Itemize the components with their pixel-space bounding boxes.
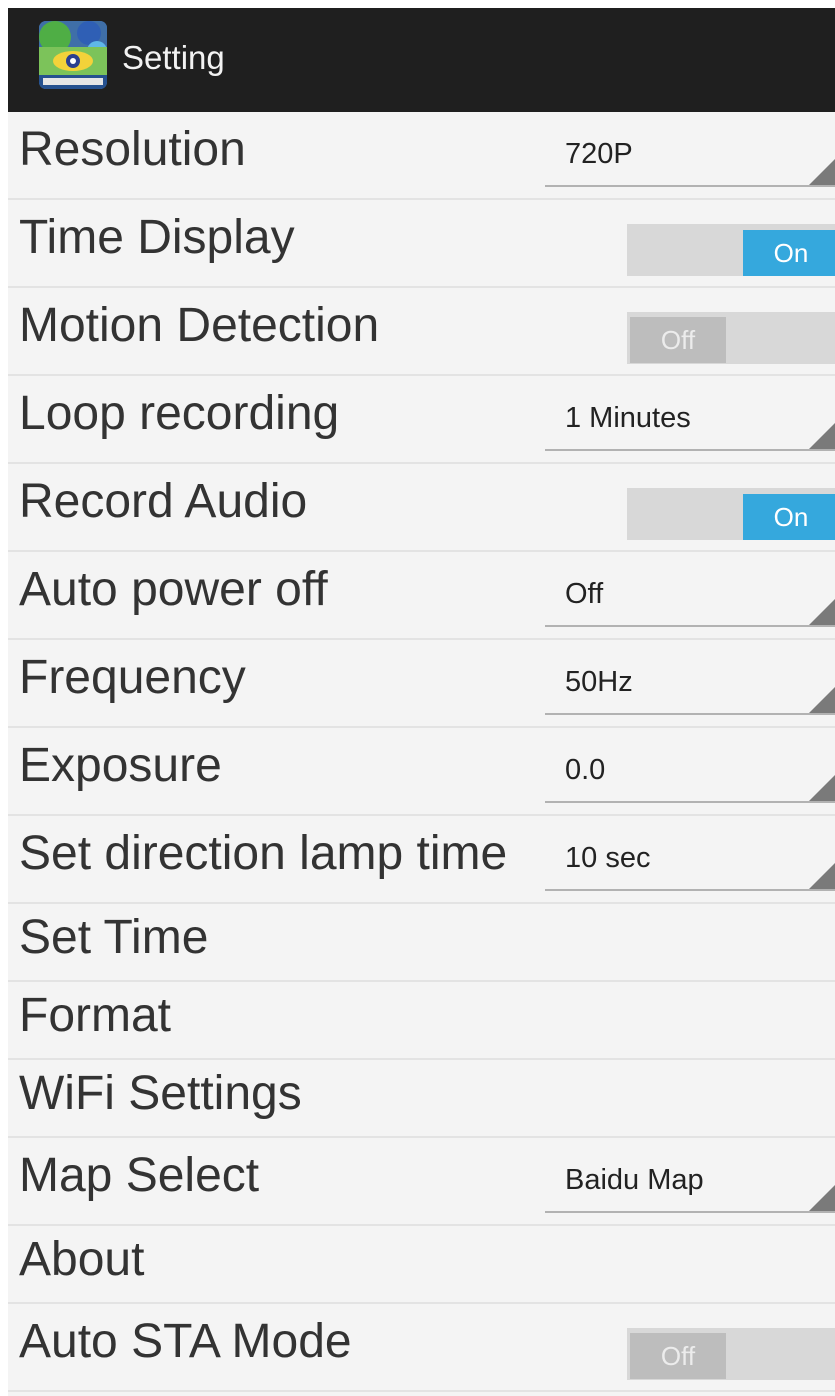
setting-label: Exposure xyxy=(19,739,222,792)
setting-row-record-audio: Record Audio On xyxy=(8,464,835,552)
setting-row-resolution: Resolution 720P xyxy=(8,112,835,200)
setting-row-exposure: Exposure 0.0 xyxy=(8,728,835,816)
spinner-value: 50Hz xyxy=(565,666,633,698)
direction-lamp-time-spinner[interactable]: 10 sec xyxy=(545,816,835,891)
setting-row-direction-lamp-time: Set direction lamp time 10 sec xyxy=(8,816,835,904)
setting-row-time-display: Time Display On xyxy=(8,200,835,288)
spinner-arrow-icon xyxy=(809,1185,835,1211)
setting-label: Frequency xyxy=(19,651,246,704)
setting-label: Resolution xyxy=(19,123,246,176)
spinner-value: 10 sec xyxy=(565,842,651,874)
setting-label: Time Display xyxy=(19,211,295,264)
switch-state: On xyxy=(743,230,835,276)
spinner-arrow-icon xyxy=(809,775,835,801)
setting-row-auto-sta-mode: Auto STA Mode Off xyxy=(8,1304,835,1392)
switch-state: On xyxy=(743,494,835,540)
spinner-arrow-icon xyxy=(809,687,835,713)
setting-label: Loop recording xyxy=(19,387,340,440)
setting-row-motion-detection: Motion Detection Off xyxy=(8,288,835,376)
spinner-value: 720P xyxy=(565,138,633,170)
setting-label: Motion Detection xyxy=(19,299,380,352)
spinner-value: 0.0 xyxy=(565,754,606,786)
setting-label: Auto STA Mode xyxy=(19,1315,352,1368)
setting-row-frequency: Frequency 50Hz xyxy=(8,640,835,728)
resolution-spinner[interactable]: 720P xyxy=(545,112,835,187)
setting-row-auto-power-off: Auto power off Off xyxy=(8,552,835,640)
spinner-arrow-icon xyxy=(809,423,835,449)
record-audio-switch[interactable]: On xyxy=(627,488,835,540)
setting-label: Record Audio xyxy=(19,475,308,528)
motion-detection-switch[interactable]: Off xyxy=(627,312,835,364)
setting-label: Set direction lamp time xyxy=(19,827,508,880)
action-bar: Setting xyxy=(8,8,835,112)
setting-row-format[interactable]: Format xyxy=(8,982,835,1060)
time-display-switch[interactable]: On xyxy=(627,224,835,276)
spinner-arrow-icon xyxy=(809,599,835,625)
app-logo-icon[interactable] xyxy=(39,21,107,89)
exposure-spinner[interactable]: 0.0 xyxy=(545,728,835,803)
frequency-spinner[interactable]: 50Hz xyxy=(545,640,835,715)
setting-label: Set Time xyxy=(19,911,209,964)
auto-sta-mode-switch[interactable]: Off xyxy=(627,1328,835,1380)
loop-recording-spinner[interactable]: 1 Minutes xyxy=(545,376,835,451)
setting-label: Map Select xyxy=(19,1149,260,1202)
setting-row-wifi-settings[interactable]: WiFi Settings xyxy=(8,1060,835,1138)
map-select-spinner[interactable]: Baidu Map xyxy=(545,1138,835,1213)
setting-label: Auto power off xyxy=(19,563,328,616)
settings-screen: Setting Resolution 720P Time Display On … xyxy=(8,8,835,1396)
switch-state: Off xyxy=(630,1333,726,1379)
setting-label: WiFi Settings xyxy=(19,1067,302,1120)
setting-row-about[interactable]: About xyxy=(8,1226,835,1304)
screen-title: Setting xyxy=(122,39,225,76)
setting-row-map-select: Map Select Baidu Map xyxy=(8,1138,835,1226)
spinner-value: Baidu Map xyxy=(565,1164,704,1196)
setting-label: About xyxy=(19,1233,145,1286)
spinner-value: Off xyxy=(565,578,604,610)
spinner-value: 1 Minutes xyxy=(565,402,691,434)
spinner-arrow-icon xyxy=(809,863,835,889)
switch-state: Off xyxy=(630,317,726,363)
setting-label: Format xyxy=(19,989,172,1042)
setting-row-set-time[interactable]: Set Time xyxy=(8,904,835,982)
spinner-arrow-icon xyxy=(809,159,835,185)
setting-row-loop-recording: Loop recording 1 Minutes xyxy=(8,376,835,464)
auto-power-off-spinner[interactable]: Off xyxy=(545,552,835,627)
settings-list: Resolution 720P Time Display On Motion D… xyxy=(8,112,835,1392)
